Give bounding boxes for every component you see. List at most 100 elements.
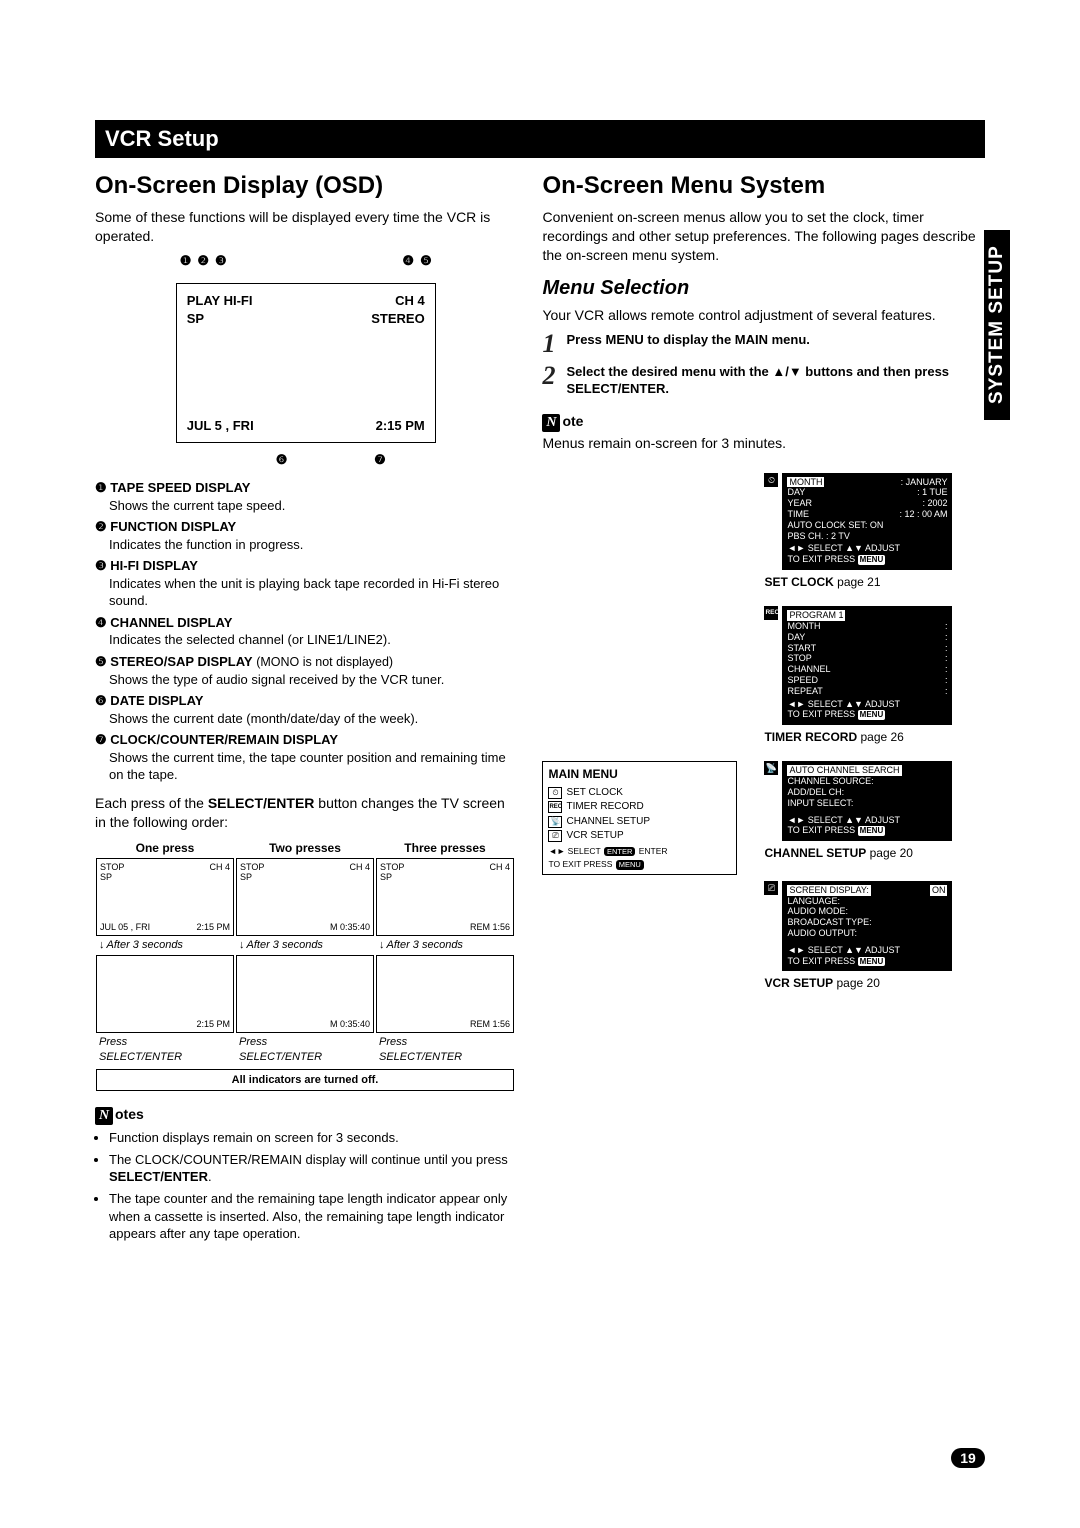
cell-br: REM 1:56: [470, 1018, 510, 1030]
notes: Notes Function displays remain on screen…: [95, 1105, 516, 1242]
cell-tr: CH 4: [349, 861, 370, 873]
label-5: ❺: [420, 252, 432, 270]
ref-timer: TIMER RECORD page 26: [764, 729, 985, 745]
line: BROADCAST TYPE:: [787, 917, 871, 927]
osd-channel: CH 4: [395, 292, 425, 310]
timer-record-panel: PROGRAM 1 MONTH: DAY: START: STOP: CHANN…: [782, 606, 952, 725]
line-v: : 1 TUE: [917, 487, 947, 498]
channel-setup-panel: AUTO CHANNEL SEARCH CHANNEL SOURCE: ADD/…: [782, 761, 952, 841]
grid-head-2: Two presses: [235, 838, 375, 858]
item-desc: Shows the current date (month/date/day o…: [109, 710, 516, 728]
vcr-setup-bar: VCR Setup: [95, 120, 985, 158]
label-4: ❹: [402, 252, 414, 270]
osd-date: JUL 5 , FRI: [187, 417, 254, 435]
line: CHANNEL SOURCE:: [787, 776, 873, 786]
line: CHANNEL: [787, 664, 830, 675]
item-title: TAPE SPEED DISPLAY: [110, 480, 250, 495]
item-desc: Shows the current tape speed.: [109, 497, 516, 515]
line: MONTH: [787, 621, 820, 632]
panel-foot1: ◄► SELECT ▲▼ ADJUST: [787, 543, 947, 554]
note-label: ote: [562, 413, 583, 429]
line: ADD/DEL CH:: [787, 787, 844, 797]
menu-label: CHANNEL SETUP: [566, 815, 650, 830]
cell-tr: CH 4: [489, 861, 510, 873]
line: INPUT SELECT:: [787, 798, 853, 808]
each-press-text: Each press of the SELECT/ENTER button ch…: [95, 794, 516, 832]
osd-time: 2:15 PM: [376, 417, 425, 435]
cell-br: M 0:35:40: [330, 921, 370, 933]
item-6: ❻ DATE DISPLAY Shows the current date (m…: [95, 692, 516, 727]
line-v: :: [945, 686, 948, 697]
menu-item: ⎚VCR SETUP: [548, 829, 731, 844]
cell-tl2: SP: [380, 871, 392, 883]
cell-br: 2:15 PM: [196, 921, 230, 933]
line: DAY: [787, 632, 805, 643]
item-5: ❺ STEREO/SAP DISPLAY (MONO is not displa…: [95, 653, 516, 688]
grid-cell: STOP CH 4 SP JUL 05 , FRI 2:15 PM: [96, 858, 234, 936]
cell-br: M 0:35:40: [330, 1018, 370, 1030]
item-title: DATE DISPLAY: [110, 693, 203, 708]
note-item: The tape counter and the remaining tape …: [109, 1190, 516, 1243]
panel-foot1: ◄► SELECT ▲▼ ADJUST: [787, 699, 947, 710]
cell-tl2: SP: [100, 871, 112, 883]
line: PROGRAM 1: [787, 610, 845, 621]
antenna-icon: 📡: [764, 761, 778, 775]
side-tab: SYSTEM SETUP: [984, 230, 1010, 420]
menu-label: SET CLOCK: [566, 786, 623, 801]
item-2: ❷ FUNCTION DISPLAY Indicates the functio…: [95, 518, 516, 553]
osd-stereo: STEREO: [371, 310, 424, 328]
vcr-setup-panel: SCREEN DISPLAY:ON LANGUAGE: AUDIO MODE: …: [782, 881, 952, 972]
item-num: ❷: [95, 519, 107, 534]
label-7: ❼: [374, 451, 386, 469]
menu-intro: Convenient on-screen menus allow you to …: [542, 208, 985, 265]
line-v: :: [945, 621, 948, 632]
main-menu-title: MAIN MENU: [548, 766, 731, 783]
item-num: ❹: [95, 615, 107, 630]
note-n-icon: N: [542, 414, 560, 432]
item-title: STEREO/SAP DISPLAY: [110, 654, 252, 669]
item-4: ❹ CHANNEL DISPLAY Indicates the selected…: [95, 614, 516, 649]
between-3: After 3 seconds: [375, 936, 515, 955]
menu-item: ⏲ SET CLOCK: [548, 786, 731, 801]
menu-label: VCR SETUP: [566, 829, 623, 844]
screen-icon: ⎚: [764, 881, 778, 895]
osd-box: PLAY HI-FI CH 4 SP STEREO JUL 5 , FRI 2:…: [176, 283, 436, 443]
note-item: Function displays remain on screen for 3…: [109, 1129, 516, 1147]
grid-head-1: One press: [95, 838, 235, 858]
line-v: :: [945, 632, 948, 643]
between-b2: Press SELECT/ENTER: [235, 1033, 375, 1067]
item-desc: Indicates the selected channel (or LINE1…: [109, 631, 516, 649]
page-number: 19: [951, 1448, 985, 1468]
panel-foot2: TO EXIT PRESS MENU: [787, 554, 947, 565]
panel-foot1: ◄► SELECT ▲▼ ADJUST: [787, 815, 947, 826]
menu-sub-intro: Your VCR allows remote control adjustmen…: [542, 306, 985, 325]
each-press-pre: Each press of the: [95, 795, 208, 811]
item-title: HI-FI DISPLAY: [110, 558, 198, 573]
menu-map: ⏲ MONTH: JANUARY DAY: 1 TUE YEAR: 2002 T…: [542, 473, 985, 1002]
item-title: CHANNEL DISPLAY: [110, 615, 232, 630]
note-item: The CLOCK/COUNTER/REMAIN display will co…: [109, 1151, 516, 1186]
panel-foot1: ◄► SELECT ▲▼ ADJUST: [787, 945, 947, 956]
set-clock-panel: MONTH: JANUARY DAY: 1 TUE YEAR: 2002 TIM…: [782, 473, 952, 570]
step-1: 1 Press MENU to display the MAIN menu.: [542, 331, 985, 357]
item-desc: Indicates the function in progress.: [109, 536, 516, 554]
clock-icon: ⏲: [548, 787, 562, 799]
line: TIME: [787, 509, 809, 520]
line: SPEED: [787, 675, 818, 686]
item-title: FUNCTION DISPLAY: [110, 519, 236, 534]
menu-item: 📡CHANNEL SETUP: [548, 815, 731, 830]
line-v: ON: [930, 885, 948, 896]
ref-set-clock: SET CLOCK page 21: [764, 574, 985, 590]
item-title: CLOCK/COUNTER/REMAIN DISPLAY: [110, 732, 338, 747]
item-num: ❼: [95, 732, 107, 747]
line: PBS CH. : 2 TV: [787, 531, 849, 541]
osd-intro: Some of these functions will be displaye…: [95, 208, 516, 246]
item-3: ❸ HI-FI DISPLAY Indicates when the unit …: [95, 557, 516, 610]
rec-icon: REC: [764, 606, 778, 620]
between-2: After 3 seconds: [235, 936, 375, 955]
line: AUDIO OUTPUT:: [787, 928, 857, 938]
between-b1: Press SELECT/ENTER: [95, 1033, 235, 1067]
step-2-body: Select the desired menu with the ▲/▼ but…: [566, 363, 985, 398]
item-inline: (MONO is not displayed): [256, 655, 393, 669]
line-v: :: [945, 675, 948, 686]
